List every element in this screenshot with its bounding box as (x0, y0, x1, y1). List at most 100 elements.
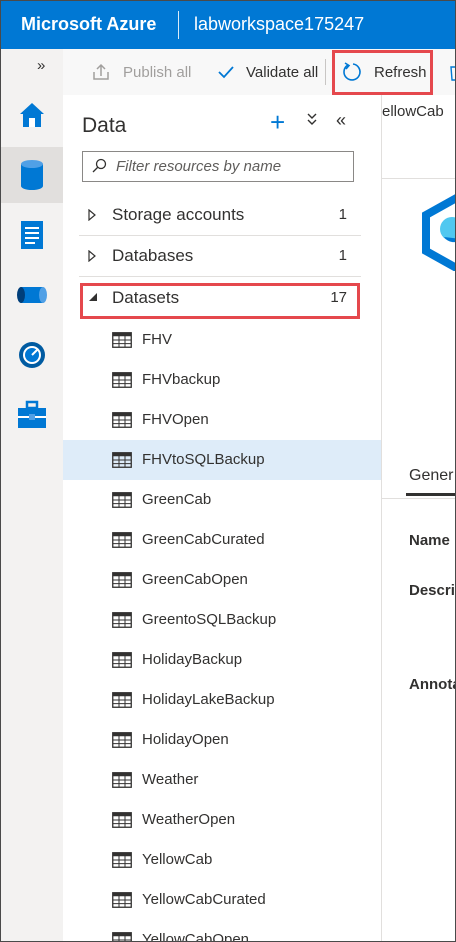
table-icon (112, 892, 132, 913)
checkmark-icon (218, 66, 234, 79)
section-count: 1 (338, 206, 347, 223)
section-databases[interactable]: Databases 1 (79, 236, 363, 276)
data-icon (21, 160, 43, 190)
validate-all-button[interactable]: Validate all (217, 49, 318, 95)
nav-data[interactable] (1, 147, 63, 203)
dataset-item[interactable]: GreenCabOpen (63, 560, 381, 600)
section-divider (79, 276, 361, 277)
name-property-label: Name (409, 532, 450, 549)
table-icon (112, 372, 132, 393)
filter-box[interactable] (82, 151, 354, 182)
dataset-label: FHVOpen (142, 411, 209, 428)
dataset-label: HolidayOpen (142, 731, 229, 748)
dataset-item[interactable]: Weather (63, 760, 381, 800)
nav-monitor[interactable] (1, 327, 63, 383)
dataset-label: GreenCabOpen (142, 571, 248, 588)
dataset-label: FHVbackup (142, 371, 221, 388)
dataset-label: Weather (142, 771, 199, 788)
table-icon (112, 852, 132, 873)
collapse-all-icon[interactable] (306, 112, 318, 126)
validate-all-label: Validate all (246, 63, 319, 81)
search-icon (92, 158, 107, 173)
dataset-label: GreenCab (142, 491, 212, 508)
general-divider (382, 498, 455, 499)
dataset-label: WeatherOpen (142, 811, 236, 828)
dataset-label: YellowCabCurated (142, 891, 266, 908)
dataset-item[interactable]: FHVbackup (63, 360, 381, 400)
table-icon (112, 692, 132, 713)
left-nav-rail: » (1, 49, 64, 941)
dataset-item[interactable]: WeatherOpen (63, 800, 381, 840)
description-property-label: Descri (409, 582, 455, 599)
tab-yellowcab[interactable]: ellowCab (382, 103, 444, 120)
table-icon (112, 572, 132, 593)
manage-icon (18, 400, 46, 428)
dataset-hex-icon (422, 194, 455, 271)
workspace-name[interactable]: labworkspace175247 (194, 14, 364, 35)
table-icon (112, 772, 132, 793)
dataset-label: HolidayLakeBackup (142, 691, 275, 708)
discard-button[interactable] (449, 49, 455, 95)
dataset-item[interactable]: GreenCab (63, 480, 381, 520)
nav-manage[interactable] (1, 387, 63, 443)
dataset-label: HolidayBackup (142, 651, 243, 668)
dataset-item[interactable]: GreentoSQLBackup (63, 600, 381, 640)
refresh-highlight-box (332, 50, 433, 95)
dataset-label: GreentoSQLBackup (142, 611, 277, 628)
expand-nav-icon[interactable]: » (37, 57, 45, 74)
dataset-label: YellowCabOpen (142, 931, 250, 942)
toolbar-divider (325, 59, 326, 85)
tab-general-underline (406, 493, 455, 496)
header-divider (178, 11, 179, 39)
develop-icon (21, 221, 43, 249)
data-panel: Data + « Storage accounts 1 D (63, 95, 382, 942)
nav-integrate[interactable] (1, 267, 63, 323)
dataset-label: FHVtoSQLBackup (142, 451, 265, 468)
table-icon (112, 812, 132, 833)
dataset-item[interactable]: YellowCabOpen (63, 920, 381, 942)
detail-pane: ellowCab Gener Name Descri Annota (382, 95, 456, 941)
annotations-property-label: Annota (409, 676, 456, 693)
section-count: 1 (338, 247, 347, 264)
dataset-item[interactable]: FHV (63, 320, 381, 360)
section-storage-accounts[interactable]: Storage accounts 1 (79, 195, 363, 235)
monitor-icon (19, 342, 45, 368)
dataset-item[interactable]: GreenCabCurated (63, 520, 381, 560)
table-icon (112, 532, 132, 553)
dataset-item[interactable]: YellowCab (63, 840, 381, 880)
collapse-panel-icon[interactable]: « (336, 110, 346, 131)
tab-general[interactable]: Gener (409, 467, 453, 485)
publish-all-label: Publish all (123, 63, 192, 81)
publish-all-button[interactable]: Publish all (91, 49, 191, 95)
add-resource-icon[interactable]: + (270, 109, 285, 135)
dataset-item[interactable]: FHVtoSQLBackup (63, 440, 381, 480)
caret-right-icon (88, 209, 96, 221)
top-bar: Microsoft Azure labworkspace175247 (1, 1, 455, 49)
dataset-item[interactable]: HolidayLakeBackup (63, 680, 381, 720)
publish-icon (93, 63, 109, 80)
filter-input[interactable] (116, 156, 346, 177)
dataset-label: FHV (142, 331, 172, 348)
table-icon (112, 332, 132, 353)
table-icon (112, 732, 132, 753)
dataset-label: YellowCab (142, 851, 213, 868)
nav-home[interactable] (1, 87, 63, 143)
dataset-item[interactable]: YellowCabCurated (63, 880, 381, 920)
nav-develop[interactable] (1, 207, 63, 263)
brand-title[interactable]: Microsoft Azure (21, 14, 156, 35)
dataset-item[interactable]: FHVOpen (63, 400, 381, 440)
section-label: Storage accounts (112, 205, 245, 224)
dataset-item[interactable]: HolidayBackup (63, 640, 381, 680)
table-icon (112, 492, 132, 513)
panel-title: Data (82, 114, 127, 137)
home-icon (20, 103, 44, 127)
section-label: Databases (112, 246, 194, 265)
tab-divider (382, 178, 455, 179)
dataset-item[interactable]: HolidayOpen (63, 720, 381, 760)
table-icon (112, 652, 132, 673)
discard-icon (450, 66, 455, 81)
datasets-highlight-box (80, 283, 360, 319)
table-icon (112, 612, 132, 633)
table-icon (112, 452, 132, 473)
caret-right-icon (88, 250, 96, 262)
